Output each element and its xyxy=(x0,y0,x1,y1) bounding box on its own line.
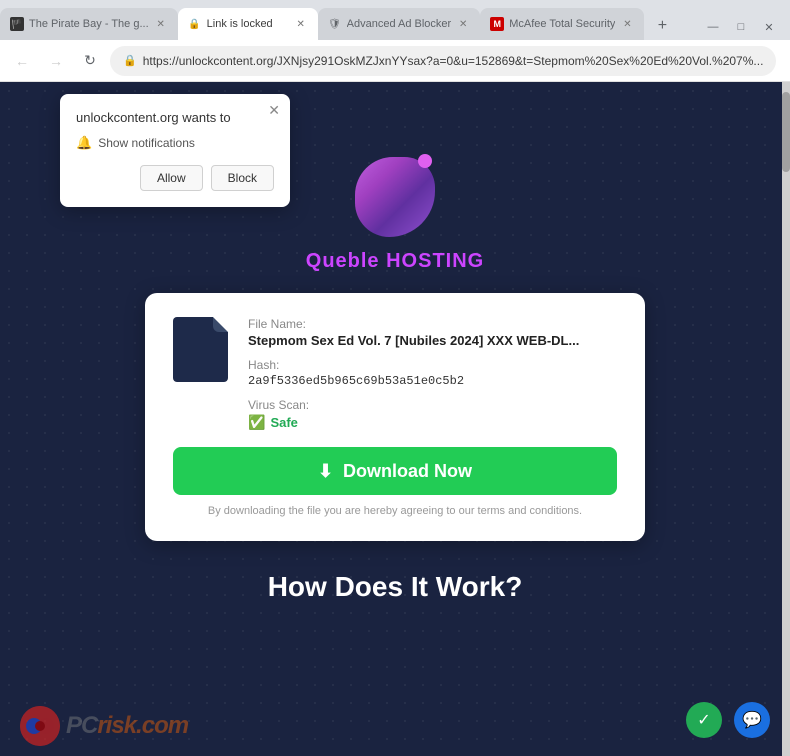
virus-status-text: Safe xyxy=(270,415,297,430)
file-details: File Name: Stepmom Sex Ed Vol. 7 [Nubile… xyxy=(248,317,617,431)
pcrisk-text: PCrisk.com xyxy=(66,712,188,740)
window-controls: — □ ✕ xyxy=(700,18,790,40)
scrollbar[interactable] xyxy=(782,82,790,756)
download-button-label: Download Now xyxy=(343,461,472,482)
file-name: Stepmom Sex Ed Vol. 7 [Nubiles 2024] XXX… xyxy=(248,333,617,348)
new-tab-button[interactable]: + xyxy=(648,12,676,40)
tab-favicon-link: 🔒 xyxy=(188,17,202,31)
tab-close-adblocker[interactable]: ✕ xyxy=(456,17,470,31)
bookmark-button[interactable]: ☆ xyxy=(782,47,790,75)
tab-favicon-adblocker: 🛡 xyxy=(328,17,342,31)
virus-status: ✅ Safe xyxy=(248,414,617,431)
chat-circle-button[interactable]: 💬 xyxy=(734,702,770,738)
tab-favicon-piratebay: 🏴 xyxy=(10,17,24,31)
file-label: File Name: xyxy=(248,317,617,331)
back-button[interactable]: ← xyxy=(8,47,36,75)
forward-button[interactable]: → xyxy=(42,47,70,75)
how-title: How Does It Work? xyxy=(268,571,523,603)
block-button[interactable]: Block xyxy=(211,165,274,191)
download-now-button[interactable]: ⬇ Download Now xyxy=(173,447,617,495)
file-icon xyxy=(173,317,228,382)
tab-mcafee[interactable]: M McAfee Total Security ✕ xyxy=(480,8,644,40)
bottom-right-icons: ✓ 💬 xyxy=(686,702,770,738)
logo-text: Queble HOSTING xyxy=(306,250,484,273)
blob-dot xyxy=(418,154,432,168)
pcrisk-watermark: PCrisk.com xyxy=(20,706,188,746)
tab-title-mcafee: McAfee Total Security xyxy=(509,18,615,30)
hash-label: Hash: xyxy=(248,358,617,372)
url-lock-icon: 🔒 xyxy=(123,54,137,67)
pcrisk-brand: risk.com xyxy=(97,712,188,739)
logo-blob xyxy=(350,152,440,242)
url-text: https://unlockcontent.org/JXNjsy291OskMZ… xyxy=(143,54,764,68)
pcrisk-pc: PC xyxy=(66,712,97,739)
notification-row: 🔔 Show notifications xyxy=(76,135,274,151)
tab-adblocker[interactable]: 🛡 Advanced Ad Blocker ✕ xyxy=(318,8,481,40)
tab-close-mcafee[interactable]: ✕ xyxy=(620,17,634,31)
check-circle-button[interactable]: ✓ xyxy=(686,702,722,738)
blob-main xyxy=(355,157,435,237)
tab-favicon-mcafee: M xyxy=(490,17,504,31)
page-content: ✕ unlockcontent.org wants to 🔔 Show noti… xyxy=(0,82,790,756)
notification-buttons: Allow Block xyxy=(76,165,274,191)
check-icon: ✅ xyxy=(248,414,265,431)
how-section: How Does It Work? xyxy=(0,571,790,603)
close-button[interactable]: ✕ xyxy=(756,18,782,36)
show-notifications-label: Show notifications xyxy=(98,136,195,150)
tab-piratebay[interactable]: 🏴 The Pirate Bay - The g... ✕ xyxy=(0,8,178,40)
notification-close-button[interactable]: ✕ xyxy=(268,102,280,119)
scrollbar-thumb[interactable] xyxy=(782,92,790,172)
notification-title: unlockcontent.org wants to xyxy=(76,110,274,125)
browser-frame: 🏴 The Pirate Bay - The g... ✕ 🔒 Link is … xyxy=(0,0,790,756)
file-info-row: File Name: Stepmom Sex Ed Vol. 7 [Nubile… xyxy=(173,317,617,431)
refresh-button[interactable]: ↻ xyxy=(76,47,104,75)
tab-title-adblocker: Advanced Ad Blocker xyxy=(347,18,452,30)
hash-value: 2a9f5336ed5b965c69b53a51e0c5b2 xyxy=(248,374,617,388)
terms-text: By downloading the file you are hereby a… xyxy=(173,505,617,517)
pcrisk-logo xyxy=(20,706,60,746)
tab-bar: 🏴 The Pirate Bay - The g... ✕ 🔒 Link is … xyxy=(0,0,790,40)
address-bar: ← → ↻ 🔒 https://unlockcontent.org/JXNjsy… xyxy=(0,40,790,82)
notification-popup: ✕ unlockcontent.org wants to 🔔 Show noti… xyxy=(60,94,290,207)
tab-title-piratebay: The Pirate Bay - The g... xyxy=(29,18,149,30)
tab-close-link[interactable]: ✕ xyxy=(294,17,308,31)
download-arrow-icon: ⬇ xyxy=(318,461,333,482)
allow-button[interactable]: Allow xyxy=(140,165,203,191)
tab-link-locked[interactable]: 🔒 Link is locked ✕ xyxy=(178,8,318,40)
url-bar[interactable]: 🔒 https://unlockcontent.org/JXNjsy291Osk… xyxy=(110,46,776,76)
file-card: File Name: Stepmom Sex Ed Vol. 7 [Nubile… xyxy=(145,293,645,541)
minimize-button[interactable]: — xyxy=(700,18,726,36)
tab-title-link: Link is locked xyxy=(207,18,289,30)
tab-close-piratebay[interactable]: ✕ xyxy=(154,17,168,31)
maximize-button[interactable]: □ xyxy=(728,18,754,36)
virus-label: Virus Scan: xyxy=(248,398,617,412)
logo-section: Queble HOSTING xyxy=(306,152,484,273)
bell-icon: 🔔 xyxy=(76,135,92,151)
